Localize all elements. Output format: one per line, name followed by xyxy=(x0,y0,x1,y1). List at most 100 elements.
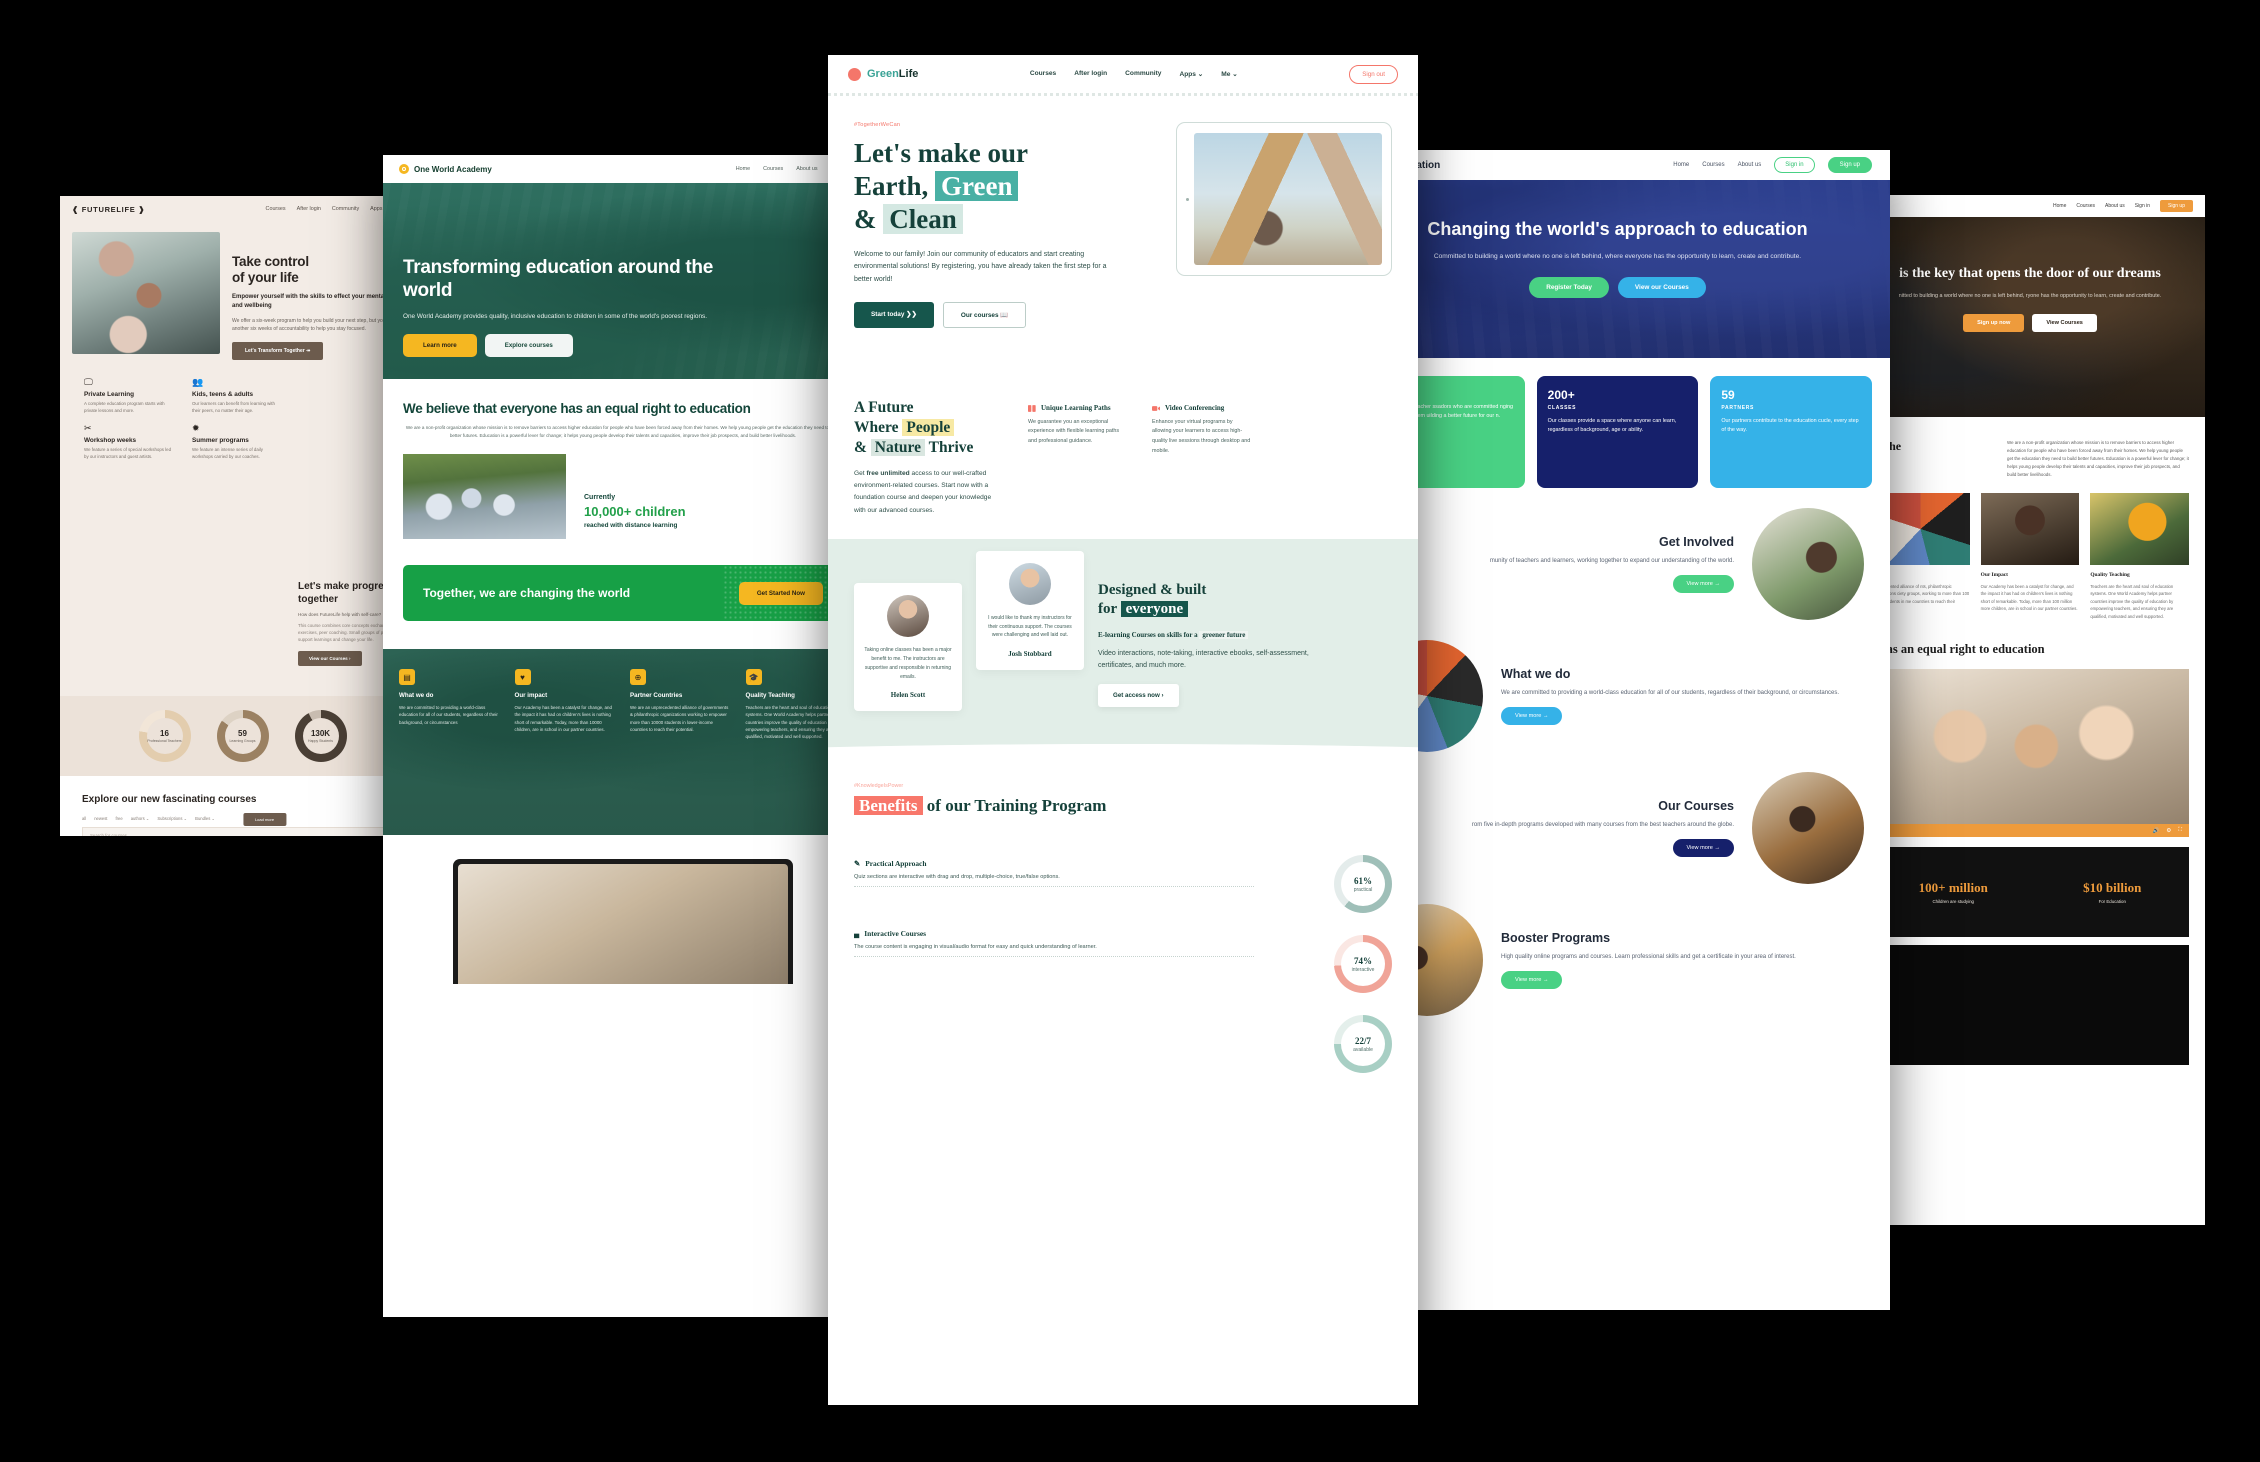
believe-heading: We believe that everyone has an equal ri… xyxy=(403,401,751,416)
feature-desc: High quality online programs and courses… xyxy=(1501,953,1796,960)
nav-item-after-login[interactable]: After login xyxy=(297,206,321,212)
filter-subscriptions[interactable]: Subscriptions ⌄ xyxy=(157,816,187,821)
feature-column: ▤ What we do We are committed to providi… xyxy=(399,669,501,740)
education-key-screenshot-card: Home Courses About us Sign in Sign up is… xyxy=(1855,195,2205,1225)
darkcard-stats: 100+ million Children are studying $10 b… xyxy=(1871,847,2189,938)
nav-item-home[interactable]: Home xyxy=(736,166,750,172)
search-placeholder: Search for courses xyxy=(90,832,127,837)
chart-icon: ▄ xyxy=(854,929,860,939)
feature-title: Kids, teens & adults xyxy=(192,391,254,399)
feature-title: Workshop weeks xyxy=(84,437,137,445)
volume-icon[interactable]: 🔊 xyxy=(2153,828,2160,834)
filter-all[interactable]: all xyxy=(82,816,86,821)
wave-divider xyxy=(828,339,1418,392)
nav-item-courses[interactable]: Courses xyxy=(763,166,783,172)
greenlife-testimonial-section: Taking online classes has been a major b… xyxy=(828,538,1418,734)
sign-in-button[interactable]: Sign in xyxy=(1774,157,1815,173)
para-bold: free unlimited xyxy=(866,470,910,478)
stat-ring: 130K Happy Students xyxy=(294,710,347,762)
feature-desc: Our Academy has been a catalyst for chan… xyxy=(514,705,612,732)
nav-item-courses[interactable]: Courses xyxy=(1702,162,1724,168)
section-body: We are a non-profit organization whose m… xyxy=(2007,440,2189,477)
grid-item: Quality Teaching Teachers are the heart … xyxy=(2090,492,2189,621)
futurelife-logo[interactable]: ❰ FUTURELIFE ❱ xyxy=(72,205,145,214)
future-column-learning-paths: Unique Learning Paths We guarantee you a… xyxy=(1028,404,1128,517)
feature-column: ♥ Our impact Our Academy has been a cata… xyxy=(514,669,617,740)
nav-item-signin[interactable]: Sign in xyxy=(2135,203,2150,209)
view-more-button[interactable]: View more → xyxy=(1672,575,1734,594)
feature-get-involved: Get Involved munity of teachers and lear… xyxy=(1345,488,1890,620)
nav-item-home[interactable]: Home xyxy=(2053,203,2066,209)
video-controls-bar[interactable]: 🔊 ⚙ ⛶ xyxy=(1871,824,2189,838)
sign-up-now-button[interactable]: Sign up now xyxy=(1963,313,2025,332)
nav-item-me[interactable]: Me ⌄ xyxy=(1221,70,1238,78)
greenlife-navbar: GreenLife Courses After login Community … xyxy=(828,55,1418,93)
sign-up-button[interactable]: Sign up xyxy=(2160,200,2193,212)
gauge-value: 22/7 xyxy=(1354,1035,1371,1046)
gear-icon[interactable]: ⚙ xyxy=(2166,828,2171,834)
nav-item-about[interactable]: About us xyxy=(2105,203,2125,209)
view-courses-button[interactable]: View our Courses xyxy=(1617,276,1706,298)
futurelife-feature-grid: 🖵 Private Learning A complete education … xyxy=(60,360,296,460)
filter-free[interactable]: free xyxy=(115,816,122,821)
fullscreen-icon[interactable]: ⛶ xyxy=(2178,827,2182,834)
nav-item-courses[interactable]: Courses xyxy=(2076,203,2095,209)
brand-second: Life xyxy=(898,68,919,80)
feature-desc: Our learners can benefit from learning w… xyxy=(192,401,275,414)
feature-booster-programs: Booster Programs High quality online pro… xyxy=(1345,884,1890,1016)
brand-first: Green xyxy=(867,68,899,80)
get-started-button[interactable]: Get Started Now xyxy=(738,581,823,605)
view-more-button[interactable]: View more → xyxy=(1672,839,1734,858)
gauge-label: interactive xyxy=(1351,966,1375,973)
transform-together-button[interactable]: Let's Transform Together ↠ xyxy=(232,342,324,361)
filter-authors[interactable]: authors ⌄ xyxy=(131,816,150,821)
layers-icon: ▤ xyxy=(399,669,415,686)
nav-item-courses[interactable]: Courses xyxy=(266,206,286,212)
stat-post: reached with distance learning xyxy=(584,522,678,530)
view-courses-button[interactable]: View Courses xyxy=(2032,313,2097,332)
screenshot-stage: ❰ FUTURELIFE ❱ Courses After login Commu… xyxy=(0,0,2260,1462)
our-courses-button[interactable]: Our courses 📖 xyxy=(942,301,1027,328)
oneworld-logo[interactable]: One World Academy xyxy=(399,164,492,174)
nav-item-apps[interactable]: Apps ⌄ xyxy=(1179,70,1203,78)
view-more-button[interactable]: View more → xyxy=(1501,971,1563,990)
view-more-button[interactable]: View more → xyxy=(1501,707,1563,726)
register-today-button[interactable]: Register Today xyxy=(1529,276,1609,298)
filter-bundles[interactable]: Bundles ⌄ xyxy=(195,816,215,821)
nav-item-about[interactable]: About us xyxy=(796,166,817,172)
para-pre: Get xyxy=(854,470,867,478)
hero-line-3-highlight: Clean xyxy=(883,203,963,234)
explore-courses-button[interactable]: Explore courses xyxy=(484,334,573,357)
oneworld-believe-section: We believe that everyone has an equal ri… xyxy=(383,379,863,540)
oneworld-hero: Transforming education around the world … xyxy=(383,183,863,379)
column-title: Unique Learning Paths xyxy=(1041,403,1111,412)
nav-item-home[interactable]: Home xyxy=(1673,162,1689,168)
future-heading: A Future Where People & Nature Thrive xyxy=(854,398,1002,458)
start-today-button[interactable]: Start today ❯❯ xyxy=(854,301,934,328)
hero-line-2-plain: Earth, xyxy=(854,170,929,201)
view-courses-button[interactable]: View our Courses › xyxy=(298,651,362,667)
benefit-gauges: 61% practical 74% interactive 22/7 avail… xyxy=(1334,855,1392,1074)
futurelife-stats-strip: 16 Professional Teachers 59 Learning Gro… xyxy=(60,696,425,776)
nav-item-community[interactable]: Community xyxy=(1125,70,1161,78)
nav-item-about[interactable]: About us xyxy=(1738,162,1762,168)
feature-title: Our impact xyxy=(514,692,548,700)
greenlife-benefits-section: #KnowledgeIsPower Benefits of our Traini… xyxy=(828,773,1418,1074)
get-access-now-button[interactable]: Get access now › xyxy=(1098,684,1179,708)
benefits-heading-highlight: Benefits xyxy=(854,796,923,816)
nav-item-after-login[interactable]: After login xyxy=(1074,70,1107,78)
filter-newest[interactable]: newest xyxy=(94,816,107,821)
stat-label: CLASSES xyxy=(1547,405,1577,411)
stat-ring: 16 Professional Teachers xyxy=(138,710,191,762)
video-player[interactable]: 🔊 ⚙ ⛶ xyxy=(1871,669,2189,838)
darkcard-navbar: Home Courses About us Sign in Sign up xyxy=(1855,195,2205,217)
sign-out-button[interactable]: Sign out xyxy=(1349,64,1398,84)
learn-more-button[interactable]: Learn more xyxy=(403,334,477,357)
grid-item: Our Impact Our Academy has been a cataly… xyxy=(1980,492,2080,621)
sign-up-button[interactable]: Sign up xyxy=(1827,157,1872,173)
nav-item-courses[interactable]: Courses xyxy=(1030,70,1056,78)
course-search-input[interactable]: Search for courses ⌕ xyxy=(82,827,425,836)
load-more-button[interactable]: Load more xyxy=(242,813,287,826)
greenlife-logo[interactable]: GreenLife xyxy=(848,67,919,81)
nav-item-community[interactable]: Community xyxy=(332,206,359,212)
